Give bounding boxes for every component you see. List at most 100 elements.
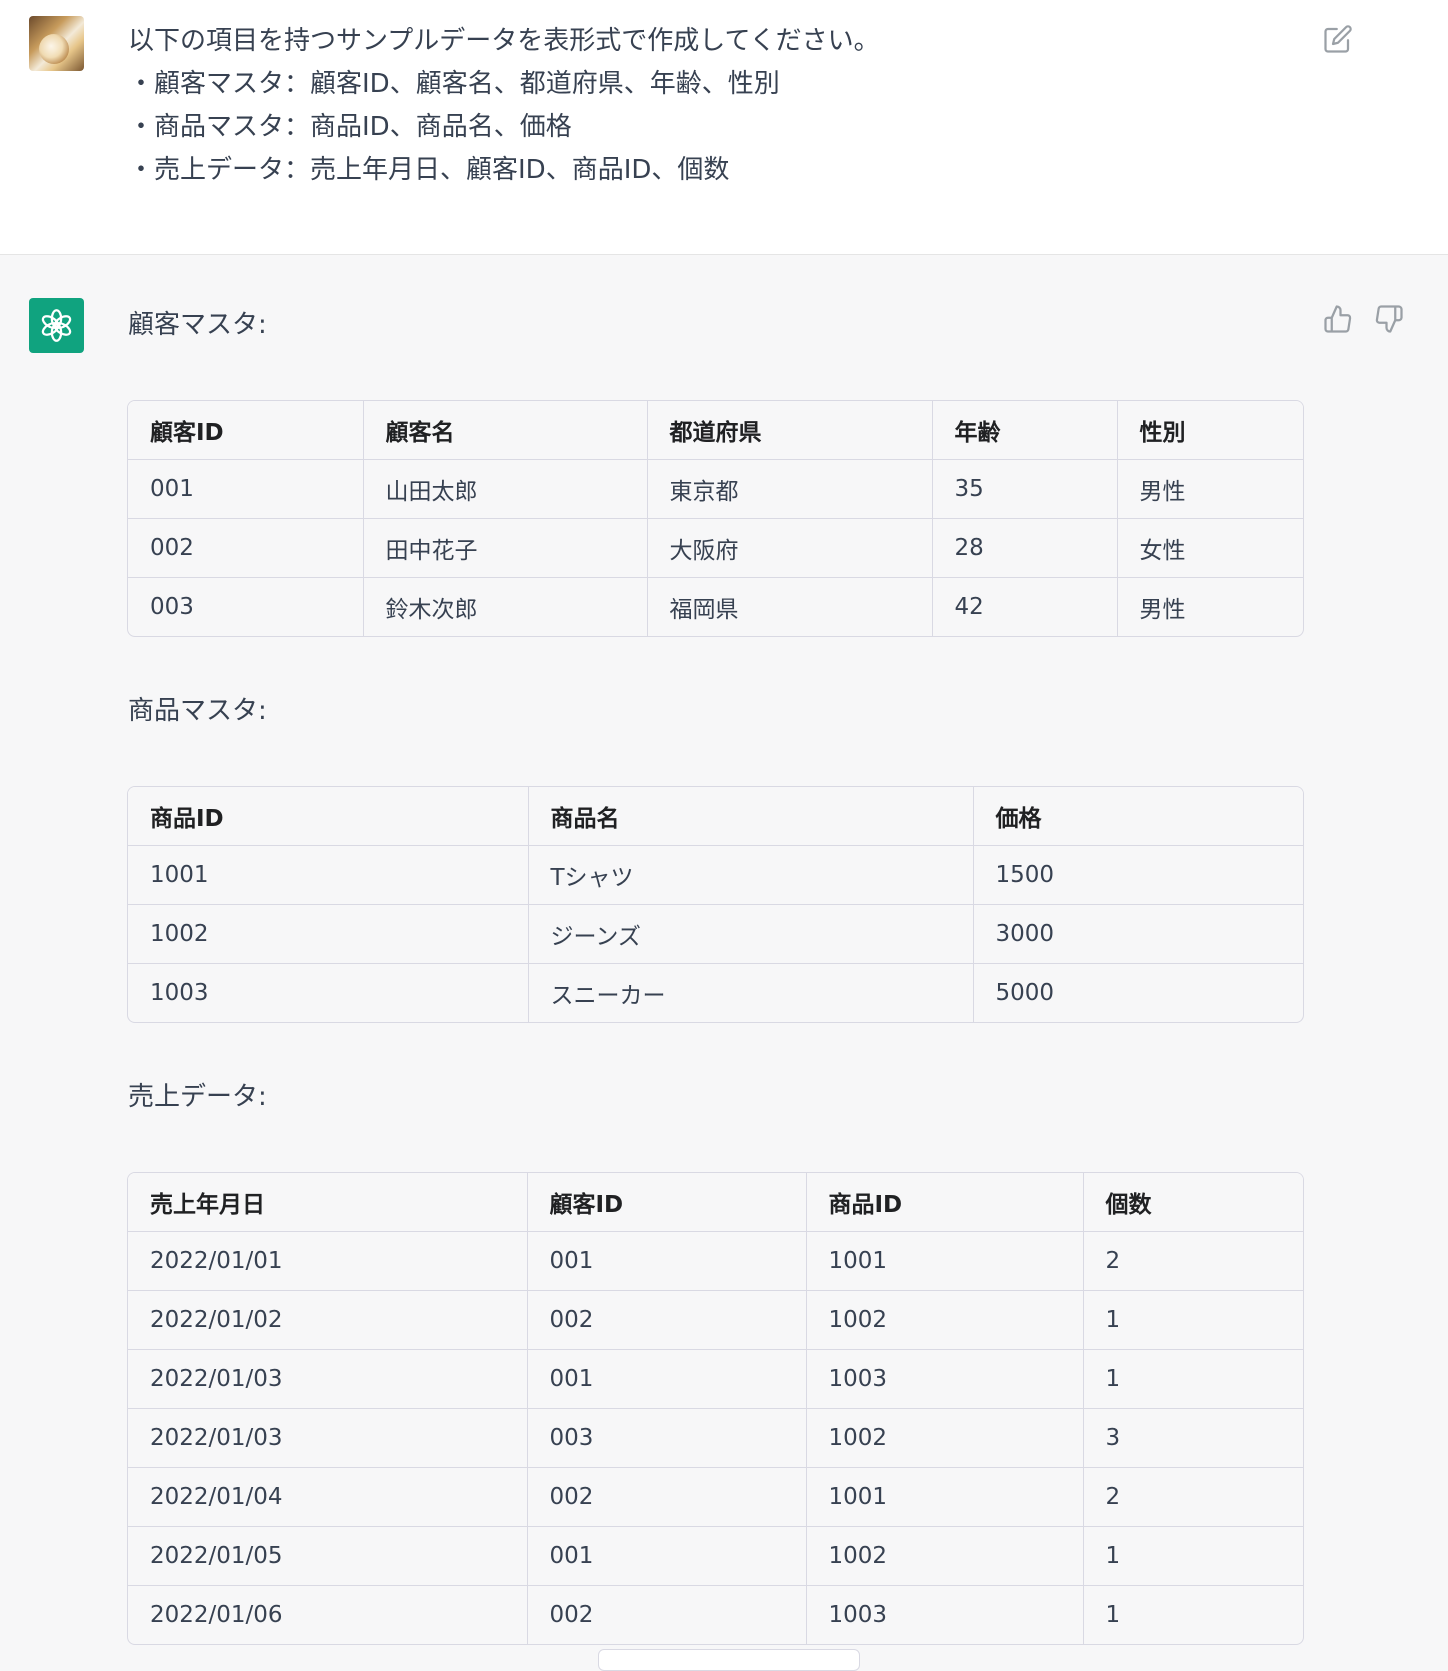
column-header: 売上年月日 xyxy=(128,1173,528,1232)
table-cell: 1 xyxy=(1105,1602,1121,1628)
table-row: 002 田中花子 大阪府 28 女性 xyxy=(128,518,1303,578)
column-header: 価格 xyxy=(973,787,1303,846)
table-header-row: 顧客ID 顧客名 都道府県 年齢 性別 xyxy=(128,401,1303,460)
table-header-row: 売上年月日 顧客ID 商品ID 個数 xyxy=(128,1173,1303,1232)
table-cell: 1002 xyxy=(806,1408,1084,1468)
table-cell: 3 xyxy=(1083,1408,1303,1468)
user-message-line: 以下の項目を持つサンプルデータを表形式で作成してください。 xyxy=(128,26,880,56)
table-cell: 2022/01/02 xyxy=(128,1290,528,1350)
table-cell: スニーカー xyxy=(528,963,974,1022)
table-row: 2022/01/03 001 1003 1 xyxy=(128,1349,1303,1409)
table-cell: 002 xyxy=(128,518,364,578)
table-cell: 1003 xyxy=(806,1349,1084,1409)
user-message-line: ・売上データ：売上年月日、顧客ID、商品ID、個数 xyxy=(128,155,730,185)
table-cell: 鈴木次郎 xyxy=(363,577,648,636)
table-cell: 2022/01/06 xyxy=(128,1585,528,1644)
table-cell: 002 xyxy=(527,1467,807,1527)
user-message-line: ・顧客マスタ：顧客ID、顧客名、都道府県、年齢、性別 xyxy=(128,69,780,99)
table-cell: 001 xyxy=(527,1526,807,1586)
table-cell: 2022/01/03 xyxy=(128,1408,528,1468)
table-cell: ジーンズ xyxy=(528,904,974,964)
table-cell: 女性 xyxy=(1117,518,1303,578)
table-cell: 1002 xyxy=(806,1290,1084,1350)
column-header: 顧客ID xyxy=(527,1173,807,1232)
table-cell: 2022/01/01 xyxy=(128,1231,528,1291)
table-cell: 2022/01/04 xyxy=(128,1467,528,1527)
customer-master-label: 顧客マスタ: xyxy=(128,310,267,340)
table-cell: 1002 xyxy=(128,904,529,964)
table-cell: 2 xyxy=(1083,1467,1303,1527)
regenerate-button[interactable] xyxy=(598,1649,860,1671)
table-cell: 001 xyxy=(128,459,364,519)
user-avatar xyxy=(29,16,84,71)
table-cell: 3000 xyxy=(973,904,1303,964)
table-cell: 1003 xyxy=(806,1585,1084,1644)
user-message: 以下の項目を持つサンプルデータを表形式で作成してください。 ・顧客マスタ：顧客I… xyxy=(128,20,1278,192)
table-cell: 1001 xyxy=(806,1231,1084,1291)
table-cell: 42 xyxy=(932,577,1118,636)
table-cell: 28 xyxy=(932,518,1118,578)
table-cell: 2 xyxy=(1083,1231,1303,1291)
table-cell: 1 xyxy=(1083,1290,1303,1350)
thumbs-down-icon[interactable] xyxy=(1374,304,1404,334)
table-cell: 003 xyxy=(527,1408,807,1468)
table-cell: 1001 xyxy=(806,1467,1084,1527)
sales-data-table: 売上年月日 顧客ID 商品ID 個数 2022/01/01 001 1001 2… xyxy=(127,1172,1304,1645)
openai-logo-icon xyxy=(41,309,72,342)
table-cell: 1 xyxy=(1083,1526,1303,1586)
product-master-label: 商品マスタ: xyxy=(128,696,267,726)
column-header: 商品ID xyxy=(128,787,529,846)
column-header: 年齢 xyxy=(932,401,1118,460)
table-cell: 東京都 xyxy=(647,459,933,519)
table-cell: 001 xyxy=(527,1231,807,1291)
table-row: 1002 ジーンズ 3000 xyxy=(128,904,1303,964)
table-cell: Tシャツ xyxy=(528,845,974,905)
table-cell: 001 xyxy=(527,1349,807,1409)
table-row: 1003 スニーカー 5000 xyxy=(128,963,1303,1022)
table-cell: 福岡県 xyxy=(647,577,933,636)
column-header: 都道府県 xyxy=(647,401,933,460)
table-row: 2022/01/04 002 1001 2 xyxy=(128,1467,1303,1527)
table-cell: 2022/01/03 xyxy=(128,1349,528,1409)
customer-master-table: 顧客ID 顧客名 都道府県 年齢 性別 001 山田太郎 東京都 35 男性 0… xyxy=(127,400,1304,637)
table-cell: 1003 xyxy=(128,963,529,1022)
edit-icon[interactable] xyxy=(1323,24,1353,54)
table-cell: 003 xyxy=(128,577,364,636)
sales-data-label: 売上データ: xyxy=(128,1082,267,1112)
assistant-avatar xyxy=(29,298,84,353)
user-message-line: ・商品マスタ：商品ID、商品名、価格 xyxy=(128,112,572,142)
table-cell: 大阪府 xyxy=(647,518,933,578)
avatar-photo xyxy=(39,34,69,64)
table-row: 2022/01/01 001 1001 2 xyxy=(128,1231,1303,1291)
column-header: 商品ID xyxy=(806,1173,1084,1232)
table-cell: 5000 xyxy=(995,980,1055,1006)
table-cell: 1500 xyxy=(973,845,1303,905)
table-cell: 002 xyxy=(527,1290,807,1350)
table-cell: 2022/01/05 xyxy=(128,1526,528,1586)
column-header: 性別 xyxy=(1117,401,1303,460)
table-cell: 35 xyxy=(932,459,1118,519)
thumbs-up-icon[interactable] xyxy=(1323,304,1353,334)
column-header: 個数 xyxy=(1083,1173,1303,1232)
table-cell: 1002 xyxy=(806,1526,1084,1586)
table-header-row: 商品ID 商品名 価格 xyxy=(128,787,1303,846)
table-cell: 1001 xyxy=(128,845,529,905)
table-row: 1001 Tシャツ 1500 xyxy=(128,845,1303,905)
column-header: 商品名 xyxy=(528,787,974,846)
table-cell: 山田太郎 xyxy=(363,459,648,519)
table-row: 2022/01/05 001 1002 1 xyxy=(128,1526,1303,1586)
table-cell: 002 xyxy=(527,1585,807,1644)
column-header: 顧客名 xyxy=(363,401,648,460)
user-message-block: 以下の項目を持つサンプルデータを表形式で作成してください。 ・顧客マスタ：顧客I… xyxy=(0,0,1448,255)
column-header: 顧客ID xyxy=(128,401,364,460)
table-row: 003 鈴木次郎 福岡県 42 男性 xyxy=(128,577,1303,636)
table-cell: 男性 xyxy=(1117,459,1303,519)
product-master-table: 商品ID 商品名 価格 1001 Tシャツ 1500 1002 ジーンズ 300… xyxy=(127,786,1304,1023)
table-cell: 男性 xyxy=(1139,597,1186,623)
table-cell: 1 xyxy=(1083,1349,1303,1409)
table-cell: 田中花子 xyxy=(363,518,648,578)
table-row: 2022/01/06 002 1003 1 xyxy=(128,1585,1303,1644)
table-row: 2022/01/03 003 1002 3 xyxy=(128,1408,1303,1468)
table-row: 001 山田太郎 東京都 35 男性 xyxy=(128,459,1303,519)
table-row: 2022/01/02 002 1002 1 xyxy=(128,1290,1303,1350)
